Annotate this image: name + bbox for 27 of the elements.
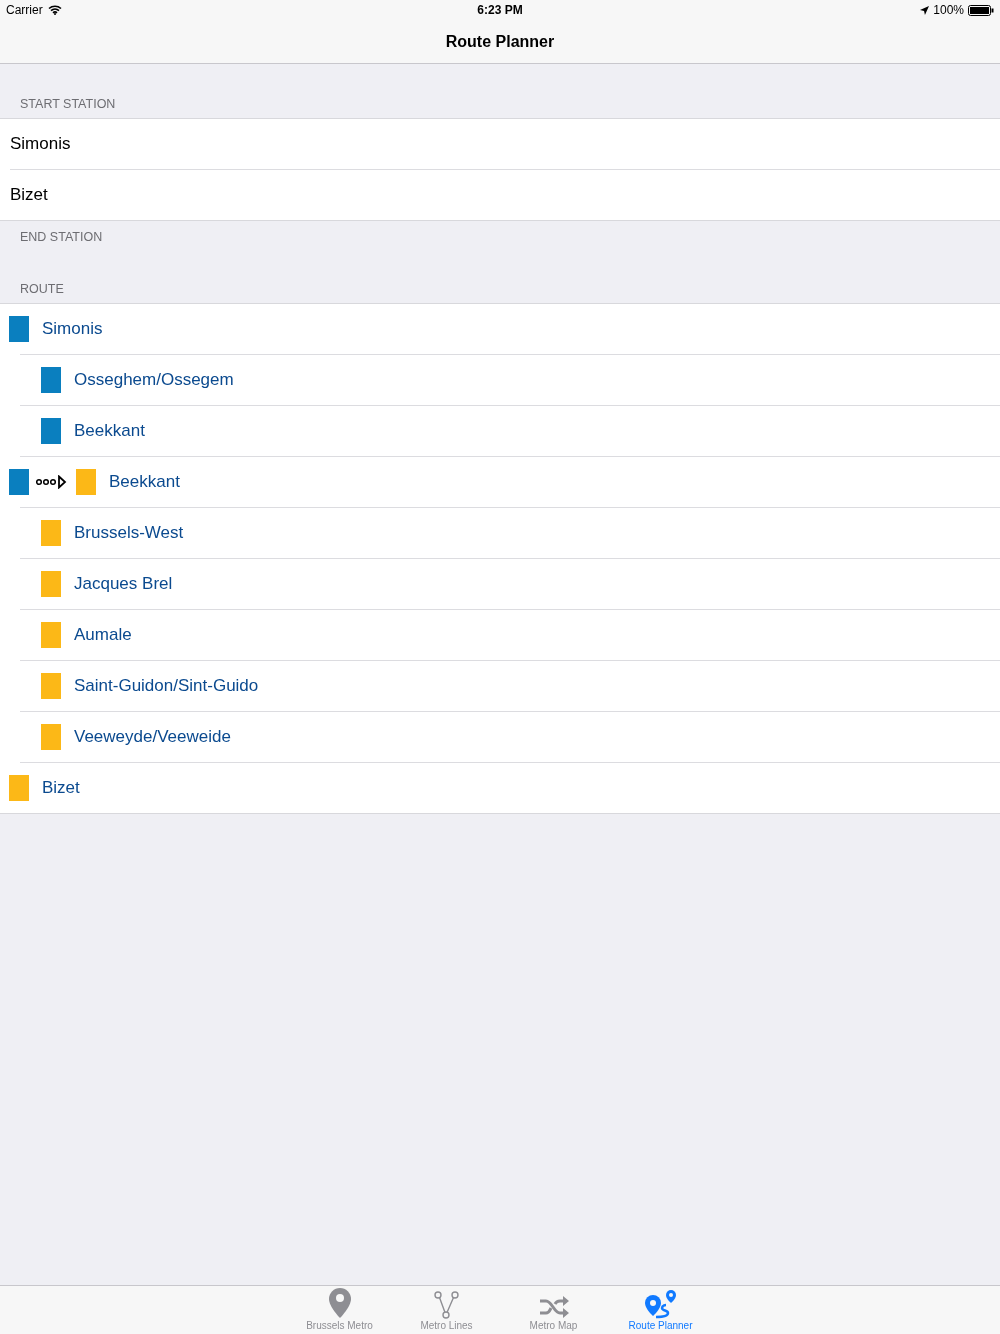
station-name[interactable]: Beekkant (74, 421, 145, 441)
section-header: START STATION (20, 97, 116, 111)
station-name[interactable]: Jacques Brel (74, 574, 173, 594)
nav-title: Route Planner (445, 32, 555, 51)
carrier-label: Carrier (6, 3, 43, 17)
branching-lines-icon (433, 1291, 460, 1319)
wifi-icon (47, 5, 62, 15)
section-header: END STATION (20, 229, 103, 244)
station-name[interactable]: Brussels-West (74, 523, 184, 543)
station-row[interactable]: Bizet (10, 169, 1000, 220)
station-name[interactable]: Simonis (42, 319, 103, 339)
location-arrow-icon (920, 5, 930, 15)
battery-percent: 100% (933, 3, 964, 17)
section-header: ROUTE (20, 282, 64, 296)
clock-time: 6:23 PM (477, 3, 523, 17)
station-name[interactable]: Saint-Guidon/Sint-Guido (74, 676, 259, 696)
route-pins-icon (643, 1289, 678, 1319)
shuffle-icon (538, 1295, 569, 1319)
station-row[interactable]: Simonis (0, 119, 1000, 169)
transfer-icon (35, 475, 67, 489)
station-name[interactable]: Veeweyde/Veeweide (74, 727, 231, 747)
station-name[interactable]: Osseghem/Ossegem (74, 370, 234, 390)
tab-bar-item[interactable]: Route Planner (607, 1286, 714, 1334)
station-name[interactable]: Bizet (42, 778, 80, 798)
station-name[interactable]: Beekkant (109, 472, 180, 492)
battery-icon (968, 4, 994, 16)
station-name[interactable]: Aumale (74, 625, 132, 645)
